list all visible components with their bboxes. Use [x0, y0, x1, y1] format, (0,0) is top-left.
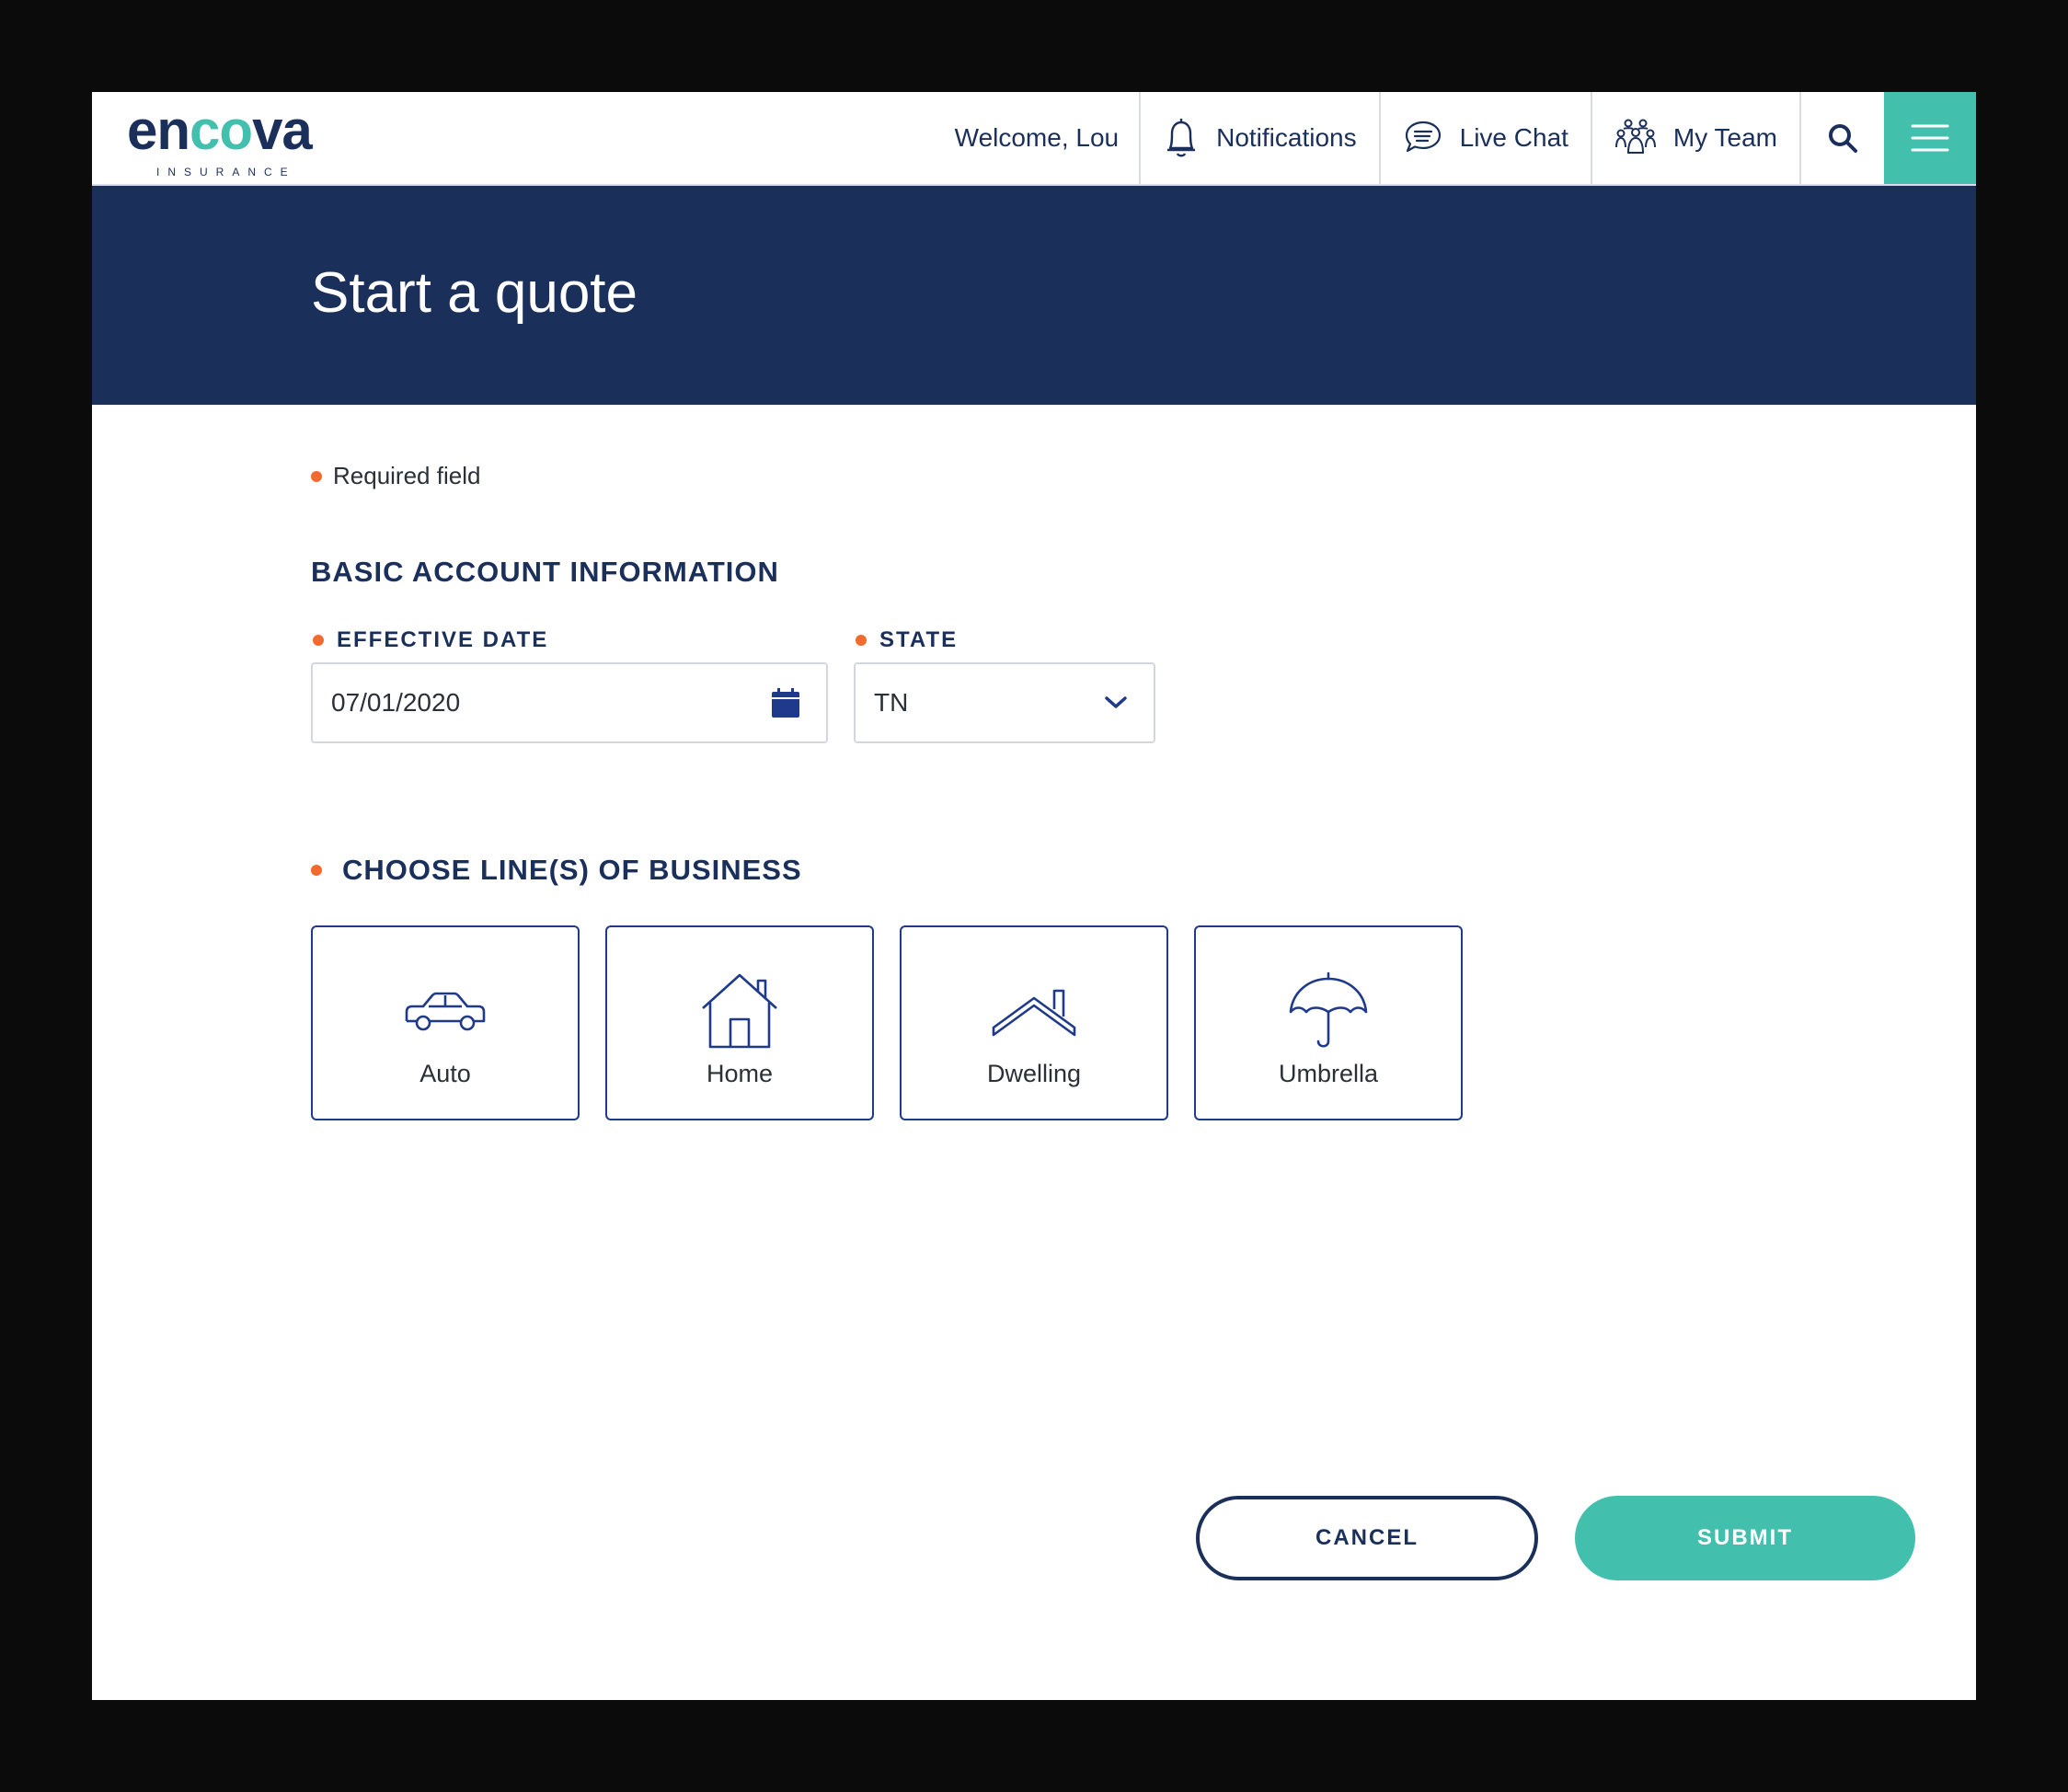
top-nav: encova INSURANCE Welcome, Lou Notificati…	[92, 92, 1976, 186]
team-icon	[1614, 119, 1656, 154]
required-dot-icon	[311, 865, 322, 876]
lob-title: CHOOSE LINE(S) OF BUSINESS	[311, 854, 802, 887]
live-chat-label: Live Chat	[1459, 123, 1568, 152]
required-note-text: Required field	[333, 462, 481, 489]
my-team-label: My Team	[1672, 123, 1777, 152]
chat-icon	[1405, 121, 1441, 153]
menu-button[interactable]	[1884, 92, 1976, 184]
required-dot-icon	[313, 635, 324, 646]
logo-wordmark: encova	[127, 99, 313, 161]
required-dot-icon	[856, 635, 867, 646]
notifications-link[interactable]: Notifications	[1139, 92, 1379, 184]
lob-option-dwelling[interactable]: Dwelling	[900, 925, 1168, 1120]
umbrella-icon	[1289, 971, 1368, 1048]
section-title-basic-info: BASIC ACCOUNT INFORMATION	[311, 556, 779, 588]
roof-icon	[992, 989, 1076, 1037]
car-icon	[405, 992, 486, 1031]
lob-option-label: Auto	[419, 1060, 471, 1087]
nav-actions: Welcome, Lou Notifications Live Chat My …	[933, 92, 1976, 184]
submit-button[interactable]: SUBMIT	[1575, 1496, 1915, 1580]
page-hero: Start a quote	[92, 186, 1976, 405]
required-note: Required field	[311, 462, 480, 490]
state-select[interactable]: TN	[854, 662, 1155, 743]
effective-date-label: EFFECTIVE DATE	[313, 627, 548, 653]
state-label: STATE	[856, 627, 958, 653]
bell-icon	[1167, 119, 1196, 157]
effective-date-value[interactable]: 07/01/2020	[331, 688, 460, 718]
lob-option-auto[interactable]: Auto	[311, 925, 580, 1120]
lob-option-label: Home	[706, 1060, 774, 1087]
menu-icon	[1911, 124, 1949, 152]
calendar-icon[interactable]	[771, 687, 800, 718]
page-title: Start a quote	[311, 261, 638, 325]
house-icon	[702, 973, 777, 1049]
encova-logo[interactable]: encova INSURANCE	[127, 99, 329, 179]
notifications-label: Notifications	[1216, 123, 1357, 152]
live-chat-link[interactable]: Live Chat	[1378, 92, 1591, 184]
lob-option-umbrella[interactable]: Umbrella	[1194, 925, 1463, 1120]
app-screen: encova INSURANCE Welcome, Lou Notificati…	[92, 92, 1976, 1700]
lob-option-home[interactable]: Home	[605, 925, 874, 1120]
chevron-down-icon	[1105, 696, 1127, 708]
state-value: TN	[874, 688, 909, 717]
effective-date-label-text: EFFECTIVE DATE	[337, 627, 549, 652]
lob-title-text: CHOOSE LINE(S) OF BUSINESS	[342, 854, 802, 886]
logo-subtitle: INSURANCE	[156, 166, 296, 178]
lob-option-label: Umbrella	[1278, 1060, 1379, 1087]
my-team-link[interactable]: My Team	[1590, 92, 1799, 184]
state-label-text: STATE	[879, 627, 959, 652]
welcome-label: Welcome, Lou	[954, 123, 1120, 152]
search-button[interactable]	[1799, 92, 1884, 184]
lob-option-label: Dwelling	[986, 1060, 1082, 1087]
required-dot-icon	[311, 470, 322, 482]
cancel-button[interactable]: CANCEL	[1196, 1496, 1538, 1580]
effective-date-field[interactable]: 07/01/2020	[311, 662, 828, 743]
lob-options: Auto Home Dwelling Umbrella	[311, 925, 1463, 1120]
search-icon	[1829, 124, 1857, 153]
welcome-text: Welcome, Lou	[933, 92, 1139, 184]
